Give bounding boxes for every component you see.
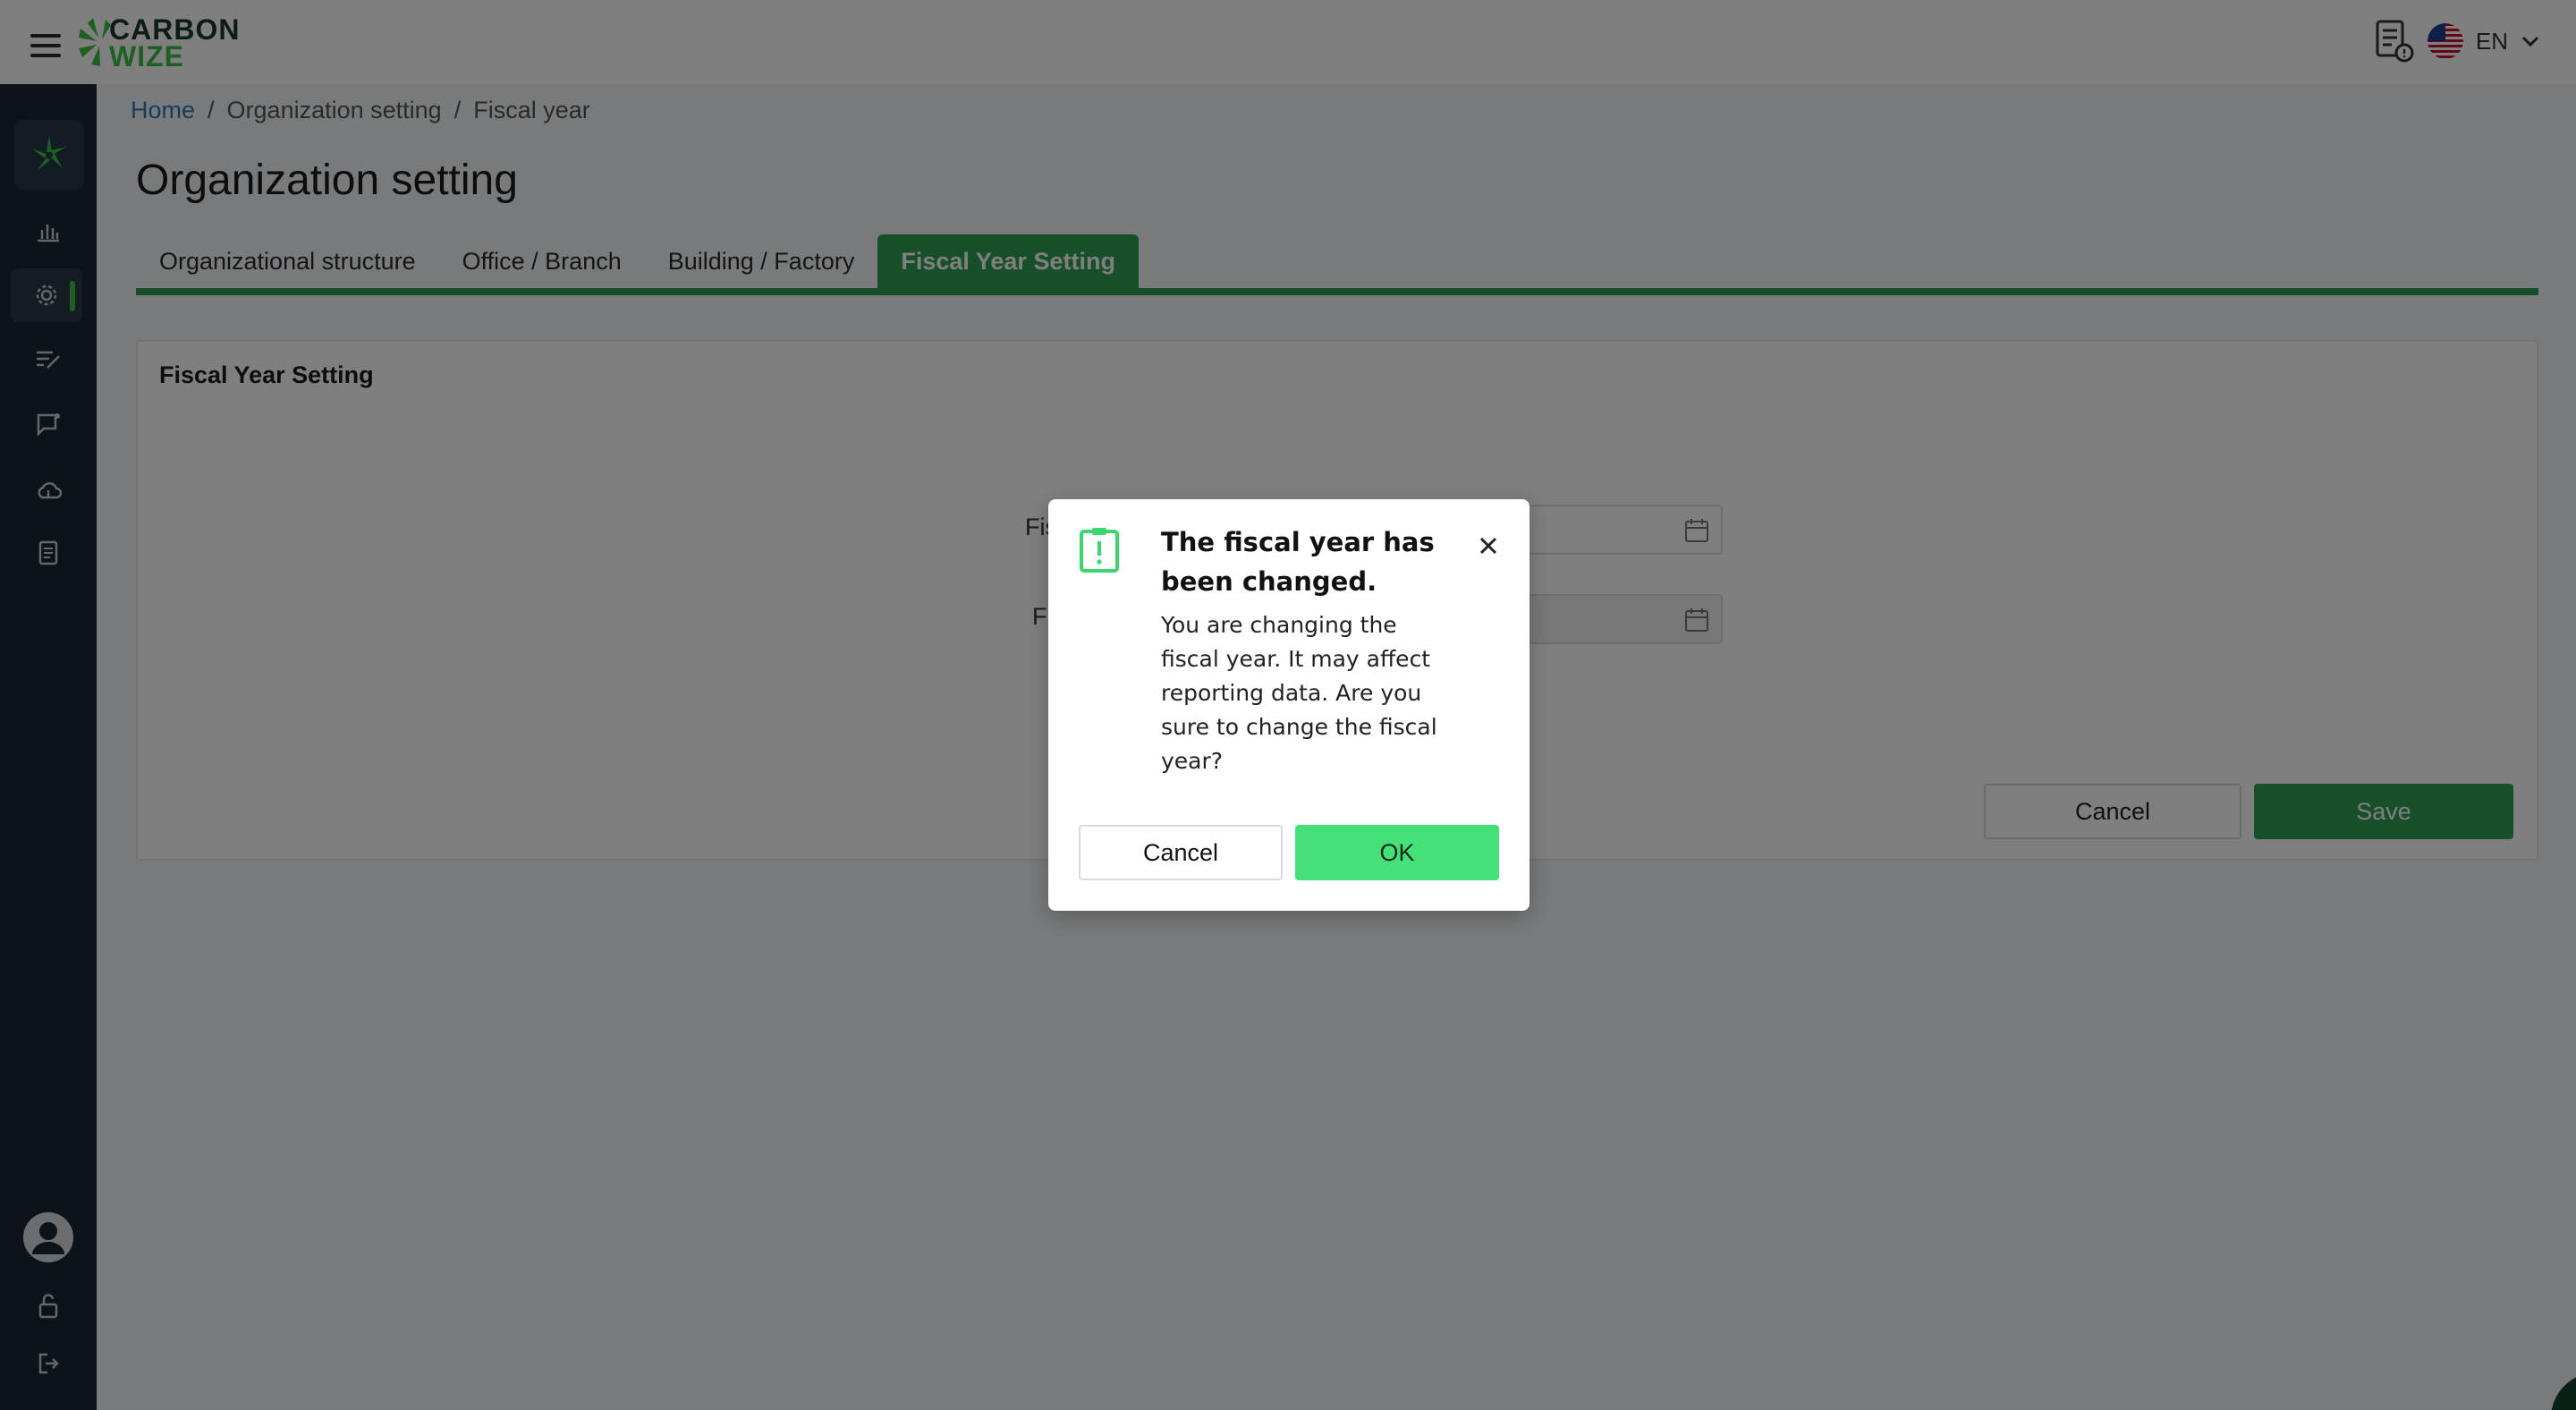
dialog-title: The fiscal year has been changed. xyxy=(1161,527,1435,597)
clipboard-alert-icon xyxy=(1080,528,1119,573)
dialog-ok-button[interactable]: OK xyxy=(1295,825,1499,880)
dialog-message: You are changing the fiscal year. It may… xyxy=(1161,612,1437,774)
dialog-cancel-button[interactable]: Cancel xyxy=(1079,825,1283,880)
close-icon[interactable] xyxy=(1476,533,1501,558)
confirm-dialog: The fiscal year has been changed. You ar… xyxy=(1048,499,1530,911)
